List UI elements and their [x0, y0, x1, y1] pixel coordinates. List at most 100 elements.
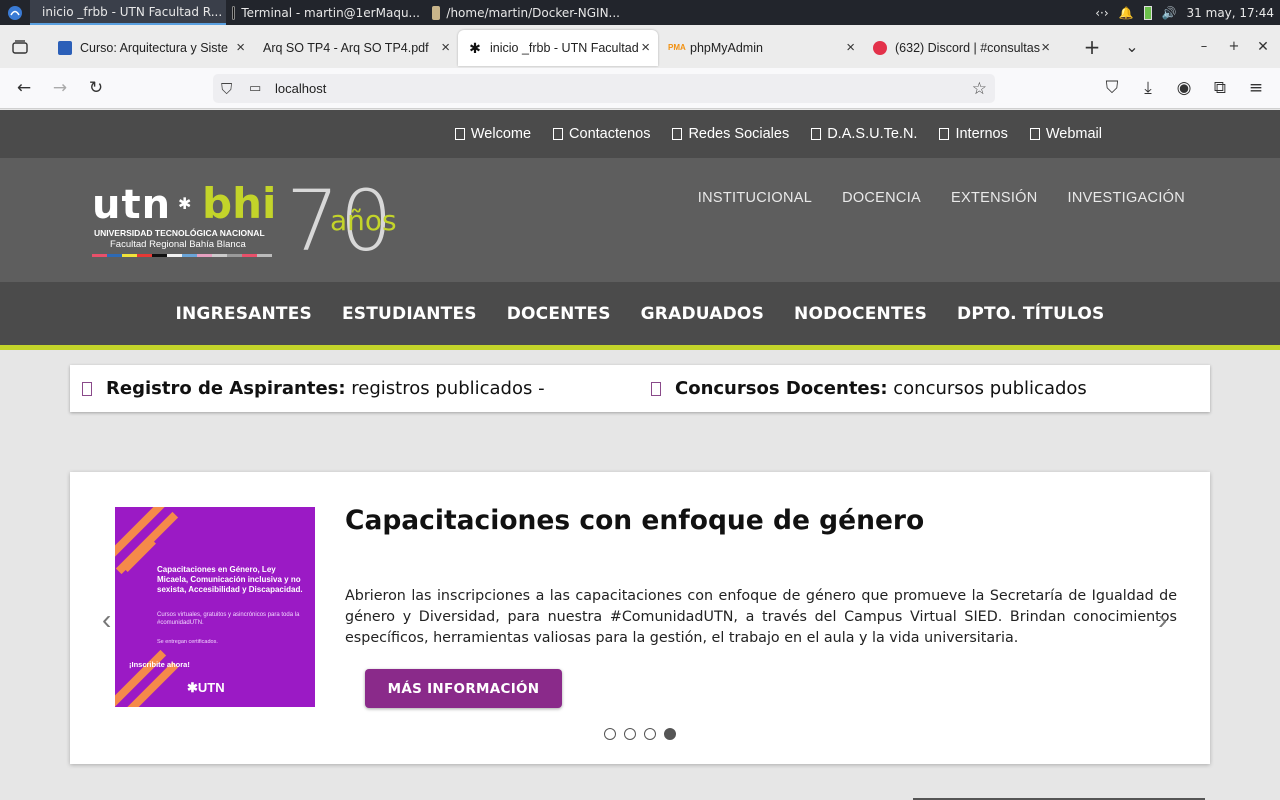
- taskbar-item-label: /home/martin/Docker-NGIN...: [446, 5, 620, 20]
- logo-university-name: UNIVERSIDAD TECNOLÓGICA NACIONAL: [94, 228, 265, 238]
- link-redes-sociales[interactable]: Redes Sociales: [672, 126, 789, 142]
- utn-logo[interactable]: utn ✱ bhi UNIVERSIDAD TECNOLÓGICA NACION…: [90, 172, 420, 270]
- more-info-button[interactable]: MÁS INFORMACIÓN: [365, 669, 562, 708]
- reload-icon[interactable]: ↻: [84, 76, 108, 100]
- taskbar-item-firefox[interactable]: inicio _frbb - UTN Facultad R...: [30, 0, 226, 25]
- link-welcome[interactable]: Welcome: [454, 126, 531, 142]
- terminal-icon: [232, 5, 236, 20]
- taskbar-item-terminal[interactable]: Terminal - martin@1erMaqu...: [226, 0, 426, 25]
- new-tab-button[interactable]: +: [1080, 25, 1104, 68]
- close-window-icon[interactable]: ✕: [1254, 25, 1272, 68]
- ticker-item-concursos[interactable]: Concursos Docentes: concursos publicados: [651, 365, 1087, 412]
- tab-title: inicio _frbb - UTN Facultad: [490, 40, 638, 55]
- menu-item-estudiantes[interactable]: ESTUDIANTES: [342, 304, 477, 324]
- promo-subtitle: Cursos virtuales, gratuitos y asincrónic…: [157, 612, 300, 626]
- extensions-icon[interactable]: ⧉: [1208, 76, 1232, 100]
- link-label: Internos: [955, 126, 1008, 142]
- close-icon[interactable]: ×: [641, 39, 650, 56]
- clock[interactable]: 31 may, 17:44: [1187, 6, 1274, 20]
- ticker-title: Registro de Aspirantes:: [106, 378, 346, 399]
- tab-title: Arq SO TP4 - Arq SO TP4.pdf: [263, 40, 429, 55]
- link-label: Webmail: [1045, 126, 1102, 142]
- carousel-dot[interactable]: [604, 728, 616, 740]
- minimize-icon[interactable]: –: [1195, 25, 1213, 68]
- news-carousel: Capacitaciones en Género, Ley Micaela, C…: [70, 472, 1210, 764]
- menu-item-investigacion[interactable]: INVESTIGACIÓN: [1068, 190, 1186, 206]
- carousel-next-icon[interactable]: ›: [1158, 604, 1167, 636]
- list-tabs-button[interactable]: ⌄: [1120, 25, 1144, 68]
- menu-item-extension[interactable]: EXTENSIÓN: [951, 190, 1038, 206]
- shield-icon[interactable]: ⛉: [221, 80, 232, 98]
- url-bar[interactable]: ⛉ ▭ localhost ☆: [213, 74, 995, 103]
- carousel-dot-active[interactable]: [664, 728, 676, 740]
- logo-utn-text: utn: [92, 182, 172, 228]
- menu-item-institucional[interactable]: INSTITUCIONAL: [698, 190, 812, 206]
- menu-icon[interactable]: ≡: [1244, 76, 1268, 100]
- tab-discord[interactable]: (632) Discord | #consultas ×: [863, 30, 1058, 66]
- menu-item-docencia[interactable]: DOCENCIA: [842, 190, 921, 206]
- link-icon: [454, 128, 465, 140]
- close-icon[interactable]: ×: [236, 39, 245, 56]
- link-icon: [1029, 128, 1040, 140]
- ticker-title: Concursos Docentes:: [675, 378, 888, 399]
- close-icon[interactable]: ×: [846, 39, 855, 56]
- taskbar-item-folder[interactable]: /home/martin/Docker-NGIN...: [426, 0, 626, 25]
- logo-anos-text: años: [330, 204, 397, 237]
- notification-bell-icon[interactable]: 🔔: [1119, 6, 1134, 20]
- link-contactenos[interactable]: Contactenos: [553, 126, 650, 142]
- tab-pdf[interactable]: Arq SO TP4 - Arq SO TP4.pdf ×: [253, 30, 458, 66]
- menu-item-ingresantes[interactable]: INGRESANTES: [175, 304, 312, 324]
- page-info-icon[interactable]: ▭: [249, 81, 261, 96]
- network-icon[interactable]: ‹·›: [1095, 6, 1108, 20]
- tab-utn[interactable]: ✱ inicio _frbb - UTN Facultad ×: [458, 29, 658, 66]
- link-icon: [553, 128, 564, 140]
- slide-heading[interactable]: Capacitaciones con enfoque de género: [345, 505, 924, 536]
- back-icon[interactable]: ←: [12, 76, 36, 100]
- link-label: Redes Sociales: [688, 126, 790, 142]
- promo-cta: ¡Inscribite ahora!: [129, 660, 190, 669]
- menu-item-docentes[interactable]: DOCENTES: [507, 304, 611, 324]
- forward-icon[interactable]: →: [48, 76, 72, 100]
- logo-bhi-text: bhi: [202, 179, 277, 228]
- link-icon: [672, 128, 683, 140]
- volume-icon[interactable]: 🔊: [1162, 6, 1177, 20]
- link-label: D.A.S.U.Te.N.: [827, 126, 918, 142]
- app-menu-icon[interactable]: [0, 0, 30, 25]
- downloads-icon[interactable]: ⤓: [1136, 76, 1160, 100]
- tab-overview-icon[interactable]: [0, 25, 40, 68]
- promo-cert-note: Se entregan certificados.: [157, 639, 218, 645]
- ticker-item-registro[interactable]: Registro de Aspirantes: registros public…: [82, 365, 545, 412]
- link-icon: [811, 128, 822, 140]
- taskbar-item-label: inicio _frbb - UTN Facultad R...: [42, 4, 223, 19]
- close-icon[interactable]: ×: [441, 39, 450, 56]
- top-links: Welcome Contactenos Redes Sociales D.A.S…: [454, 110, 1102, 158]
- promo-brand: UTN: [197, 680, 225, 695]
- promo-title: Capacitaciones en Género, Ley Micaela, C…: [157, 565, 303, 594]
- account-icon[interactable]: ◉: [1172, 76, 1196, 100]
- menu-item-nodocentes[interactable]: NODOCENTES: [794, 304, 927, 324]
- link-webmail[interactable]: Webmail: [1029, 126, 1102, 142]
- tab-phpmyadmin[interactable]: PMA phpMyAdmin ×: [658, 30, 863, 66]
- site-header: utn ✱ bhi UNIVERSIDAD TECNOLÓGICA NACION…: [0, 158, 1280, 282]
- document-icon: [82, 381, 92, 396]
- menu-item-dpto-titulos[interactable]: DPTO. TÍTULOS: [957, 304, 1104, 324]
- link-icon: [939, 128, 950, 140]
- promo-image[interactable]: Capacitaciones en Género, Ley Micaela, C…: [115, 507, 315, 707]
- close-icon[interactable]: ×: [1041, 39, 1050, 56]
- pocket-icon[interactable]: ⛉: [1100, 76, 1124, 100]
- link-internos[interactable]: Internos: [939, 126, 1008, 142]
- carousel-prev-icon[interactable]: ‹: [102, 604, 111, 636]
- carousel-dots: [604, 728, 676, 740]
- bookmark-star-icon[interactable]: ☆: [972, 79, 987, 99]
- carousel-dot[interactable]: [644, 728, 656, 740]
- browser-nav-bar: ← → ↻ ⛉ ▭ localhost ☆ ⛉ ⤓ ◉ ⧉ ≡: [0, 68, 1280, 109]
- battery-icon[interactable]: [1143, 5, 1152, 20]
- url-text[interactable]: localhost: [275, 81, 326, 96]
- tab-title: (632) Discord | #consultas: [895, 40, 1040, 55]
- maximize-icon[interactable]: +: [1225, 25, 1243, 68]
- carousel-dot[interactable]: [624, 728, 636, 740]
- secondary-menu: INGRESANTES ESTUDIANTES DOCENTES GRADUAD…: [0, 282, 1280, 350]
- menu-item-graduados[interactable]: GRADUADOS: [641, 304, 764, 324]
- link-dasuten[interactable]: D.A.S.U.Te.N.: [811, 126, 917, 142]
- tab-moodle[interactable]: Curso: Arquitectura y Siste ×: [48, 30, 253, 66]
